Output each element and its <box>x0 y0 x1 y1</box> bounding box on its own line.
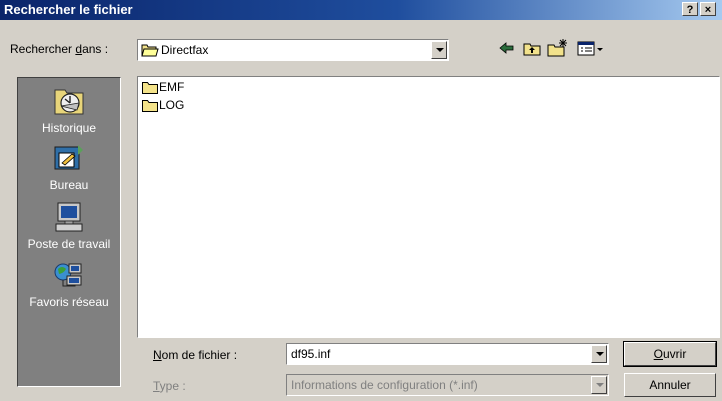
cancel-button[interactable]: Annuler <box>624 373 716 397</box>
places-bar: Historique Bureau Poste de travail Favor… <box>17 77 121 387</box>
view-menu-icon[interactable] <box>576 37 606 59</box>
file-list[interactable]: EMF LOG <box>137 76 720 338</box>
look-in-value: Directfax <box>161 43 209 57</box>
file-type-label: Type : <box>153 379 186 393</box>
place-history[interactable]: Historique <box>18 84 120 135</box>
file-name-value[interactable]: df95.inf <box>291 347 330 361</box>
list-item[interactable]: LOG <box>142 97 184 113</box>
network-places-icon <box>54 263 82 287</box>
file-type-value: Informations de configuration (*.inf) <box>291 378 478 392</box>
place-desktop[interactable]: Bureau <box>18 141 120 192</box>
open-button[interactable]: Ouvrir <box>623 341 717 367</box>
file-type-dropdown[interactable]: Informations de configuration (*.inf) <box>286 374 609 396</box>
place-label: Historique <box>41 121 97 135</box>
place-label: Bureau <box>49 178 89 192</box>
place-label: Favoris réseau <box>29 295 109 309</box>
look-in-dropdown[interactable]: Directfax <box>137 39 449 61</box>
title-bar: Rechercher le fichier ? × <box>0 0 722 20</box>
close-button[interactable]: × <box>700 2 716 16</box>
file-type-dropdown-arrow[interactable] <box>591 376 607 394</box>
my-computer-icon <box>55 202 83 232</box>
folder-icon <box>142 100 158 112</box>
place-label: Poste de travail <box>27 237 111 251</box>
list-item[interactable]: EMF <box>142 79 184 95</box>
place-network[interactable]: Favoris réseau <box>18 258 120 309</box>
desktop-icon <box>54 145 83 170</box>
look-in-label: Rechercher dans : <box>10 42 109 56</box>
place-my-computer[interactable]: Poste de travail <box>18 200 120 251</box>
folder-icon <box>142 82 158 94</box>
history-icon <box>54 89 84 115</box>
dialog-title: Rechercher le fichier <box>4 2 133 17</box>
back-arrow-icon[interactable] <box>496 37 516 59</box>
file-name-label: Nom de fichier : <box>153 348 238 362</box>
folder-open-icon <box>141 44 159 57</box>
new-folder-icon[interactable] <box>546 37 570 59</box>
look-in-dropdown-arrow[interactable] <box>431 41 447 59</box>
file-name-dropdown-arrow[interactable] <box>591 345 607 363</box>
help-button[interactable]: ? <box>682 2 698 16</box>
up-one-level-icon[interactable] <box>522 37 542 59</box>
file-name-field[interactable]: df95.inf <box>286 343 609 365</box>
